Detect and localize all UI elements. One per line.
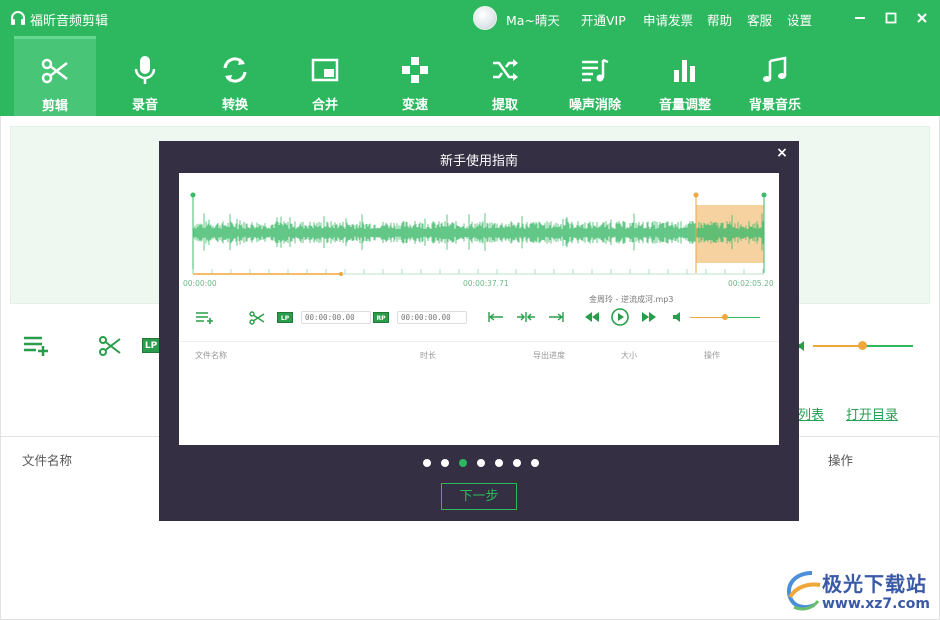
lp-tag[interactable]: LP: [142, 338, 160, 353]
fast-forward-icon: [642, 312, 656, 322]
volume-slider-fill: [690, 317, 725, 318]
time-mid: 00:00:37.71: [463, 279, 509, 288]
watermark-url: www.xz7.com: [822, 596, 930, 612]
start-time-input: 00:00:00.00: [301, 311, 371, 324]
tool-label: 合并: [311, 98, 338, 113]
next-step-button[interactable]: 下一步: [441, 483, 517, 510]
col-filename: 文件名称: [195, 351, 227, 360]
tool-label: 提取: [491, 98, 518, 113]
add-file-icon[interactable]: [22, 334, 50, 358]
col-duration: 时长: [420, 351, 436, 360]
page-dot[interactable]: [531, 459, 539, 467]
tool-label: 变速: [401, 98, 428, 113]
service-link[interactable]: 客服: [747, 10, 772, 29]
divider: [179, 341, 779, 342]
maximize-icon[interactable]: [884, 11, 898, 25]
extract-icon: [493, 59, 518, 81]
rp-tag: RP: [373, 312, 389, 323]
col-action: 操作: [828, 453, 854, 468]
page-indicator: [423, 459, 543, 469]
volume-slider-knob: [722, 314, 728, 320]
tool-extract[interactable]: 提取: [464, 38, 546, 114]
waveform-preview: [190, 192, 767, 276]
volume-slider-fill: [813, 345, 863, 347]
invoice-link[interactable]: 申请发票: [643, 10, 693, 29]
col-action: 操作: [704, 351, 720, 360]
col-size: 大小: [621, 351, 637, 360]
page-dot[interactable]: [423, 459, 431, 467]
settings-link[interactable]: 设置: [787, 10, 812, 29]
add-file-icon: [196, 312, 213, 324]
noise-icon: [582, 58, 609, 82]
speed-icon: [402, 57, 428, 83]
page-dot[interactable]: [441, 459, 449, 467]
current-filename: 金周玲 - 逆流成河.mp3: [589, 295, 674, 304]
list-link[interactable]: 列表: [798, 404, 824, 423]
cut-icon[interactable]: [98, 334, 122, 358]
watermark-title: 极光下载站: [822, 572, 927, 596]
tool-denoise[interactable]: 噪声消除: [554, 38, 636, 114]
volume-bars-icon: [674, 60, 695, 82]
time-start: 00:00:00: [183, 279, 217, 288]
col-filename: 文件名称: [22, 453, 73, 468]
user-avatar[interactable]: [473, 6, 497, 30]
app-title: 福昕音频剪辑: [30, 14, 109, 29]
jump-start-icon: [488, 312, 503, 322]
music-note-icon: [763, 56, 787, 82]
tool-label: 背景音乐: [748, 98, 801, 113]
tool-convert[interactable]: 转换: [194, 38, 276, 114]
minimize-icon[interactable]: [853, 11, 867, 25]
volume-slider-knob[interactable]: [858, 341, 867, 350]
tool-label: 转换: [221, 98, 248, 113]
scissors-icon: [41, 58, 68, 84]
close-icon[interactable]: ×: [775, 146, 789, 160]
play-icon: [611, 308, 629, 326]
microphone-icon: [134, 56, 156, 84]
tool-cut[interactable]: 剪辑: [14, 36, 96, 116]
cut-icon: [249, 311, 265, 325]
tool-merge[interactable]: 合并: [284, 38, 366, 114]
merge-icon: [311, 58, 339, 82]
lp-tag: LP: [277, 312, 293, 323]
volume-icon: [673, 312, 680, 322]
tool-bgm[interactable]: 背景音乐: [734, 38, 816, 114]
time-end: 00:02:05.20: [728, 279, 774, 288]
end-time-input: 00:00:00.00: [397, 311, 467, 324]
page-dot[interactable]: [513, 459, 521, 467]
col-progress: 导出进度: [533, 351, 565, 360]
tool-label: 音量调整: [658, 98, 711, 113]
rewind-icon: [585, 312, 599, 322]
split-icon: [517, 312, 535, 322]
tool-label: 剪辑: [41, 99, 68, 114]
guide-image: 00:00:00 00:00:37.71 00:02:05.20 金周玲 - 逆…: [179, 173, 779, 445]
vip-link[interactable]: 开通VIP: [581, 10, 626, 29]
tool-label: 录音: [131, 98, 158, 113]
guide-dialog: 新手使用指南 × 00:00:00 00:00:37.71 00:02:05.2…: [159, 141, 799, 521]
headphones-logo-icon: [11, 11, 25, 25]
tool-record[interactable]: 录音: [104, 38, 186, 114]
page-dot[interactable]: [459, 459, 467, 467]
tool-label: 噪声消除: [568, 98, 621, 113]
help-link[interactable]: 帮助: [707, 10, 732, 29]
main-toolbar: 剪辑 录音 转换 合并 变速 提取 噪声消除 音量调整 背景音乐: [0, 36, 940, 116]
open-folder-link[interactable]: 打开目录: [846, 404, 898, 423]
dialog-title: 新手使用指南: [439, 154, 518, 169]
tool-volume[interactable]: 音量调整: [644, 38, 726, 114]
page-dot[interactable]: [477, 459, 485, 467]
title-bar: 福昕音频剪辑 Ma~晴天 开通VIP 申请发票 帮助 客服 设置: [0, 0, 940, 36]
close-window-icon[interactable]: [915, 11, 929, 25]
convert-icon: [223, 57, 247, 83]
jump-end-icon: [549, 312, 564, 322]
username[interactable]: Ma~晴天: [506, 10, 560, 29]
watermark-logo-icon: [786, 571, 821, 611]
tool-speed[interactable]: 变速: [374, 38, 456, 114]
page-dot[interactable]: [495, 459, 503, 467]
